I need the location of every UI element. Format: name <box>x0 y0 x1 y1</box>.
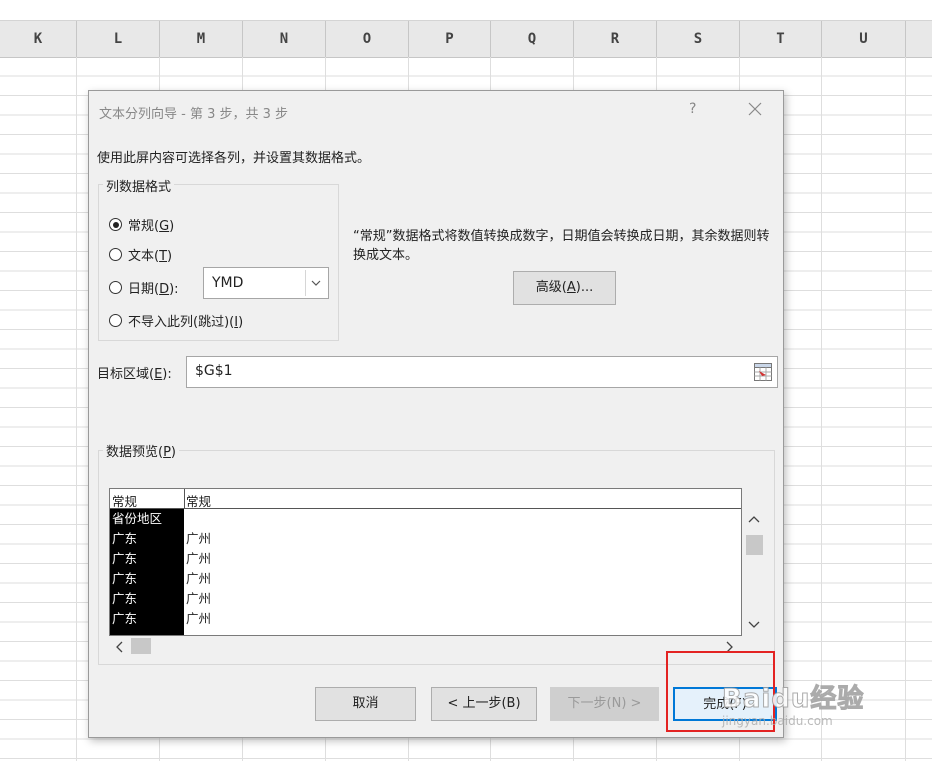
horizontal-scrollbar[interactable] <box>109 637 742 655</box>
column-header-u[interactable]: U <box>822 21 906 57</box>
column-divider <box>184 489 185 509</box>
sheet-top-strip <box>0 0 932 20</box>
dialog-title: 文本分列向导 - 第 3 步，共 3 步 <box>99 107 289 122</box>
preview-header-col1[interactable]: 常规 <box>112 491 137 510</box>
label-suffix: ) <box>169 219 175 234</box>
chevron-left-icon[interactable] <box>115 641 123 653</box>
data-preview-grid[interactable]: 常规 常规 省份地区 广东 广州 广东 广州 广东 广州 广东 广州 广东 广州 <box>109 488 742 636</box>
label-suffix: ) <box>167 249 173 264</box>
preview-header-row: 常规 常规 <box>110 489 741 509</box>
button-suffix: )... <box>575 280 594 295</box>
scrollbar-thumb[interactable] <box>131 638 151 654</box>
scrollbar-thumb[interactable] <box>746 535 763 555</box>
preview-label: 数据预览(P) <box>103 441 179 460</box>
column-header-t[interactable]: T <box>740 21 822 57</box>
radio-label: 不导入此列(跳过)(I) <box>128 311 243 330</box>
preview-cell: 广东 <box>112 571 138 586</box>
destination-input[interactable]: $G$1 <box>186 356 778 388</box>
column-data-format-group: 列数据格式 常规(G) 文本(T) 日期(D): 不导入此列(跳过)(I) <box>98 176 339 341</box>
preview-cell: 广东 <box>112 531 138 546</box>
preview-cell: 广州 <box>186 571 212 586</box>
group-label: 列数据格式 <box>103 176 175 195</box>
column-header-n[interactable]: N <box>243 21 326 57</box>
radio-text[interactable]: 文本(T) <box>109 245 172 264</box>
label-text: 数据预览( <box>106 445 164 460</box>
radio-label: 日期(D): <box>128 278 179 297</box>
radio-button[interactable] <box>109 314 122 327</box>
access-key: A <box>566 280 576 295</box>
radio-date[interactable]: 日期(D): <box>109 278 179 297</box>
access-key: D <box>159 282 170 297</box>
button-text: 高级( <box>535 280 567 295</box>
data-preview-group: 数据预览(P) 常规 常规 省份地区 广东 广州 广东 广州 广东 广州 广东 … <box>98 441 775 665</box>
label-suffix: ): <box>169 282 179 297</box>
grid-line <box>905 57 906 761</box>
column-header-s[interactable]: S <box>657 21 740 57</box>
dropdown-button[interactable] <box>305 270 326 296</box>
column-header-q[interactable]: Q <box>491 21 574 57</box>
column-header-m[interactable]: M <box>160 21 243 57</box>
preview-cell: 广州 <box>186 551 212 566</box>
preview-header-col2[interactable]: 常规 <box>186 491 211 510</box>
label-text: 常规( <box>128 219 160 234</box>
cancel-button[interactable]: 取消 <box>315 687 416 721</box>
grid-line <box>821 57 822 761</box>
destination-value: $G$1 <box>195 363 233 379</box>
close-button[interactable] <box>743 97 767 121</box>
preview-cell: 广州 <box>186 611 212 626</box>
radio-button[interactable] <box>109 281 122 294</box>
vertical-scrollbar[interactable] <box>745 511 763 637</box>
label-suffix: ) <box>170 445 176 460</box>
label-suffix: ): <box>162 367 172 382</box>
radio-label: 文本(T) <box>128 245 172 264</box>
instructions-text: 使用此屏内容可选择各列，并设置其数据格式。 <box>97 151 371 166</box>
close-icon <box>748 102 762 116</box>
access-key: G <box>159 219 170 234</box>
column-header-p[interactable]: P <box>409 21 491 57</box>
label-text: 文本( <box>128 249 160 264</box>
radio-skip-column[interactable]: 不导入此列(跳过)(I) <box>109 311 243 330</box>
access-key: T <box>159 249 168 264</box>
column-header-r[interactable]: R <box>574 21 657 57</box>
advanced-button[interactable]: 高级(A)... <box>513 271 616 305</box>
back-button[interactable]: < 上一步(B) <box>431 687 537 721</box>
format-description: “常规”数据格式将数值转换成数字，日期值会转换成日期，其余数据则转换成文本。 <box>353 229 770 263</box>
range-select-icon <box>754 363 772 381</box>
red-highlight-box <box>666 651 775 732</box>
label-text: 日期( <box>128 282 160 297</box>
radio-button[interactable] <box>109 248 122 261</box>
preview-cell: 广州 <box>186 531 212 546</box>
chevron-down-icon <box>311 280 321 286</box>
column-header-o[interactable]: O <box>326 21 409 57</box>
radio-general[interactable]: 常规(G) <box>109 215 174 234</box>
chevron-down-icon[interactable] <box>748 621 760 629</box>
column-header-row: K L M N O P Q R S T U <box>0 20 932 58</box>
label-suffix: ) <box>238 315 244 330</box>
grid-line <box>76 57 77 761</box>
preview-cell: 广州 <box>186 591 212 606</box>
label-text: 目标区域( <box>97 367 155 382</box>
range-picker-button[interactable] <box>753 362 773 382</box>
date-format-select[interactable]: YMD <box>203 267 329 299</box>
help-button[interactable]: ? <box>689 101 696 117</box>
preview-cell: 省份地区 <box>112 511 163 526</box>
preview-cell: 广东 <box>112 551 138 566</box>
next-button[interactable]: 下一步(N) > <box>550 687 659 721</box>
text-to-columns-dialog: 文本分列向导 - 第 3 步，共 3 步 ? 使用此屏内容可选择各列，并设置其数… <box>88 90 784 738</box>
access-key: P <box>163 445 171 460</box>
date-format-value: YMD <box>212 275 244 291</box>
preview-cell: 广东 <box>112 591 138 606</box>
chevron-up-icon[interactable] <box>748 515 760 523</box>
radio-label: 常规(G) <box>128 215 174 234</box>
preview-cell: 广东 <box>112 611 138 626</box>
radio-button[interactable] <box>109 218 122 231</box>
column-header-l[interactable]: L <box>77 21 160 57</box>
label-text: 不导入此列(跳过)( <box>128 315 235 330</box>
column-header-k[interactable]: K <box>0 21 77 57</box>
destination-label: 目标区域(E): <box>97 363 172 382</box>
